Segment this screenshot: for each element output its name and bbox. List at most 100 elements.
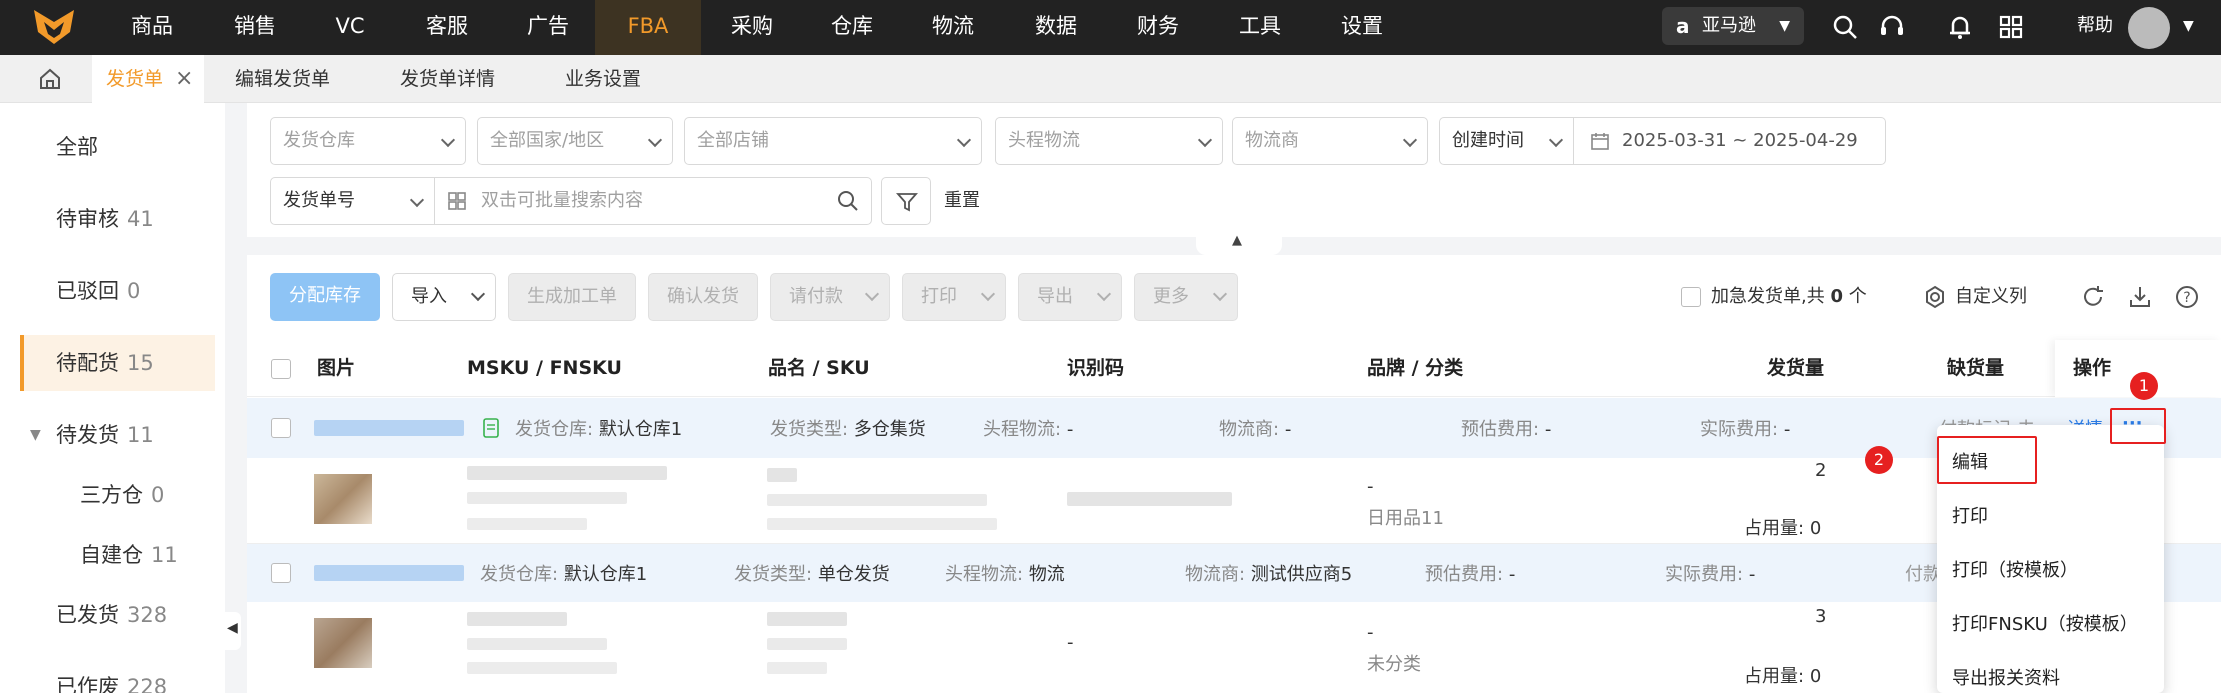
select-all-checkbox[interactable] [271, 359, 291, 379]
generate-work-order-button[interactable]: 生成加工单 [508, 273, 636, 321]
filter-collapse-toggle[interactable]: ▲ [1196, 233, 1282, 255]
action-toolbar: 分配库存 导入 生成加工单 确认发货 请付款 打印 导出 更多 加急发货单,共 … [247, 255, 2221, 340]
product-name-line2 [767, 494, 987, 506]
row-checkbox[interactable] [271, 418, 291, 438]
nav-item-products[interactable]: 商品 [112, 0, 192, 55]
sidebar-item-voided[interactable]: 已作废 228 [20, 659, 215, 693]
column-header-shortage: 缺货量 [1947, 357, 2005, 379]
sidebar-item-own-warehouse[interactable]: 自建仓 11 [20, 527, 215, 583]
sidebar-item-third-party-warehouse[interactable]: 三方仓 0 [20, 467, 215, 523]
search-icon[interactable] [1830, 12, 1860, 42]
request-payment-label: 请付款 [789, 286, 843, 307]
fox-logo-icon[interactable] [30, 8, 78, 46]
tab-shipment-details[interactable]: 发货单详情 [400, 55, 520, 103]
time-type-select[interactable]: 创建时间 [1439, 117, 1574, 165]
msku-extra [467, 662, 617, 674]
status-sidebar: 全部 待审核 41 已驳回 0 待配货 15 ▼ 待发货 11 三方仓 0 自建仓 11 已… [0, 103, 225, 693]
sidebar-item-rejected[interactable]: 已驳回 0 [20, 263, 215, 319]
nav-item-customer-service[interactable]: 客服 [407, 0, 487, 55]
sidebar-item-shipped[interactable]: 已发货 328 [20, 587, 215, 643]
menu-item-print[interactable]: 打印 [1952, 491, 1988, 543]
sidebar-item-all[interactable]: 全部 [20, 119, 215, 175]
field-label: 发货类型: [770, 419, 849, 440]
refresh-icon[interactable] [2080, 284, 2106, 310]
nav-item-settings[interactable]: 设置 [1322, 0, 1402, 55]
nav-item-purchasing[interactable]: 采购 [712, 0, 792, 55]
column-header-brand-category: 品牌 / 分类 [1367, 357, 1464, 379]
caret-down-icon[interactable]: ▼ [2183, 0, 2194, 52]
nav-item-ads[interactable]: 广告 [508, 0, 588, 55]
sidebar-collapse-handle[interactable]: ◀ [225, 612, 241, 650]
shipment-number-link[interactable] [314, 420, 464, 436]
row-checkbox[interactable] [271, 563, 291, 583]
first-leg-select[interactable]: 头程物流 [995, 117, 1223, 165]
country-select[interactable]: 全部国家/地区 [477, 117, 673, 165]
nav-item-vc[interactable]: VC [320, 0, 380, 55]
menu-item-export-customs[interactable]: 导出报关资料 [1952, 653, 2060, 693]
warehouse-select[interactable]: 发货仓库 [270, 117, 466, 165]
sidebar-item-pending-shipment[interactable]: ▼ 待发货 11 [20, 407, 215, 463]
date-range-picker[interactable]: 2025-03-31 ~ 2025-04-29 [1573, 117, 1886, 165]
group-carrier: 物流商: 测试供应商5 [1185, 560, 1352, 586]
help-link[interactable]: 帮助 [2077, 0, 2113, 52]
download-icon[interactable] [2127, 284, 2153, 310]
nav-item-warehouse[interactable]: 仓库 [812, 0, 892, 55]
search-type-select[interactable]: 发货单号 [270, 177, 435, 225]
bell-icon[interactable] [1945, 12, 1975, 42]
shipment-number-link[interactable] [314, 565, 464, 581]
group-payment-mark: 付款 [1905, 564, 1941, 585]
nav-item-finance[interactable]: 财务 [1118, 0, 1198, 55]
help-circle-icon[interactable]: ? [2174, 284, 2200, 310]
menu-item-print-fnsku-template[interactable]: 打印FNSKU（按模板） [1952, 599, 2138, 651]
tab-shipment-orders[interactable]: 发货单 × [92, 55, 204, 103]
carrier-select[interactable]: 物流商 [1232, 117, 1428, 165]
sku-value [767, 518, 997, 530]
allocate-stock-button[interactable]: 分配库存 [270, 273, 380, 321]
batch-search-input[interactable]: 双击可批量搜索内容 [434, 177, 872, 225]
close-icon[interactable]: × [175, 55, 193, 103]
print-button[interactable]: 打印 [902, 273, 1006, 321]
import-button[interactable]: 导入 [392, 273, 496, 321]
shipment-group-row: 发货仓库: 默认仓库1 发货类型: 单仓发货 头程物流: 物流 物流商: 测试供… [247, 544, 2221, 602]
product-thumbnail [314, 618, 372, 668]
product-name [767, 612, 847, 626]
sidebar-item-pending-allocation[interactable]: 待配货 15 [20, 335, 215, 391]
brand-value: - [1367, 622, 1374, 643]
export-button[interactable]: 导出 [1018, 273, 1122, 321]
apps-grid-icon[interactable] [1996, 12, 2026, 42]
store-select[interactable]: a 亚马逊 ▼ [1662, 7, 1804, 45]
field-label: 预估费用: [1425, 564, 1504, 585]
reset-button[interactable]: 重置 [944, 177, 980, 225]
sidebar-item-count: 11 [151, 543, 178, 567]
more-button[interactable]: 更多 [1134, 273, 1238, 321]
home-icon[interactable] [38, 68, 62, 90]
urgent-only-checkbox[interactable] [1681, 287, 1701, 307]
chevron-down-icon [1096, 286, 1112, 302]
nav-item-logistics[interactable]: 物流 [913, 0, 993, 55]
search-icon[interactable] [837, 190, 859, 212]
group-first-leg: 头程物流: 物流 [945, 560, 1065, 586]
nav-item-sales[interactable]: 销售 [215, 0, 295, 55]
avatar[interactable] [2128, 7, 2170, 49]
field-value: 0 [1809, 518, 1822, 539]
custom-columns-button[interactable]: 自定义列 [1955, 273, 2027, 321]
advanced-filter-button[interactable] [881, 177, 931, 225]
caret-down-icon[interactable]: ▼ [30, 407, 41, 463]
nav-item-fba[interactable]: FBA [595, 0, 701, 55]
nav-item-data[interactable]: 数据 [1016, 0, 1096, 55]
settings-gear-icon[interactable] [1923, 285, 1947, 309]
menu-item-print-template[interactable]: 打印（按模板） [1952, 545, 2078, 597]
sidebar-item-label: 已作废 [56, 675, 119, 693]
brand-value: - [1367, 476, 1374, 497]
group-warehouse: 发货仓库: 默认仓库1 [515, 415, 682, 441]
filter-funnel-icon [896, 193, 918, 212]
document-icon [483, 418, 499, 438]
store-filter-select[interactable]: 全部店铺 [684, 117, 982, 165]
tab-business-settings[interactable]: 业务设置 [565, 55, 685, 103]
sidebar-item-pending-review[interactable]: 待审核 41 [20, 191, 215, 247]
confirm-shipment-button[interactable]: 确认发货 [648, 273, 758, 321]
tab-edit-shipment[interactable]: 编辑发货单 [235, 55, 355, 103]
support-headset-icon[interactable] [1877, 12, 1907, 42]
request-payment-button[interactable]: 请付款 [770, 273, 890, 321]
nav-item-tools[interactable]: 工具 [1220, 0, 1300, 55]
